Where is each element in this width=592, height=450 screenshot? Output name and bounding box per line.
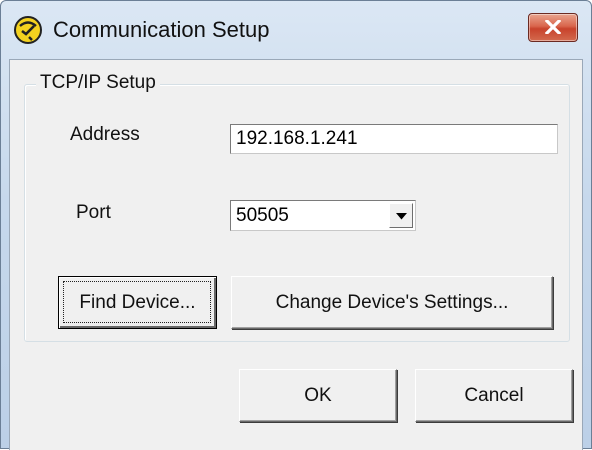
change-device-settings-label: Change Device's Settings... — [275, 291, 509, 313]
port-value: 50505 — [236, 205, 289, 226]
tcpip-setup-legend: TCP/IP Setup — [36, 72, 160, 94]
close-icon — [545, 20, 561, 34]
cancel-button[interactable]: Cancel — [415, 369, 573, 422]
address-label: Address — [70, 124, 140, 145]
cancel-label: Cancel — [464, 384, 524, 406]
dialog-body: TCP/IP Setup Address Port 50505 Find Dev… — [9, 59, 583, 450]
port-combobox[interactable]: 50505 — [230, 200, 416, 231]
ok-button[interactable]: OK — [239, 369, 397, 422]
title-bar[interactable]: Communication Setup — [1, 1, 591, 59]
communication-setup-icon — [14, 16, 42, 44]
ok-label: OK — [304, 384, 332, 406]
communication-setup-window: Communication Setup TCP/IP Setup Address… — [0, 0, 592, 450]
address-input[interactable] — [230, 124, 558, 154]
port-dropdown-button[interactable] — [389, 203, 413, 228]
port-label: Port — [76, 202, 111, 223]
window-title: Communication Setup — [53, 17, 270, 42]
find-device-label: Find Device... — [79, 291, 196, 313]
chevron-down-icon — [396, 213, 407, 220]
change-device-settings-button[interactable]: Change Device's Settings... — [231, 276, 553, 329]
close-button[interactable] — [528, 13, 578, 42]
find-device-button[interactable]: Find Device... — [58, 276, 217, 329]
